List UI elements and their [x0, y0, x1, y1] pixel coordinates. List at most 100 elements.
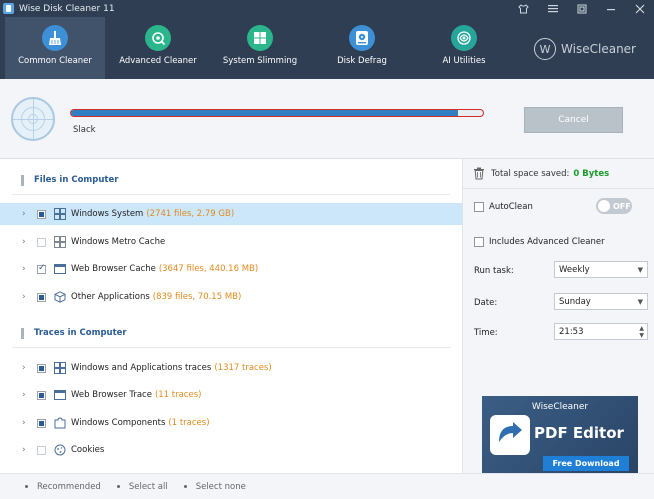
tab-ai-utilities[interactable]: AI Utilities [414, 17, 514, 79]
checkbox[interactable] [37, 263, 46, 274]
cancel-button[interactable]: Cancel [524, 107, 623, 133]
tab-system-slimming[interactable]: System Slimming [210, 17, 310, 79]
chevron-right-icon[interactable]: › [22, 264, 32, 274]
select-none-label: Select none [195, 481, 246, 492]
recommended-label: Recommended [37, 481, 101, 492]
date-value: Sunday [559, 296, 591, 307]
checkbox[interactable] [37, 390, 46, 400]
selection-footer: Recommended Select all Select none [0, 473, 654, 499]
trash-icon [473, 167, 485, 180]
date-select[interactable]: Sunday ▼ [554, 293, 648, 310]
chevron-right-icon[interactable]: › [22, 390, 32, 400]
shirt-icon[interactable] [509, 0, 538, 17]
cleaner-item-list: Files in Computer › Windows System (2741… [0, 159, 462, 473]
tab-disk-defrag[interactable]: Disk Defrag [312, 17, 412, 79]
chevron-right-icon[interactable]: › [22, 363, 32, 373]
ai-icon [451, 25, 477, 51]
item-label: Windows and Applications traces [71, 363, 212, 373]
chevron-right-icon[interactable]: › [22, 209, 32, 219]
item-detail: (1317 traces) [214, 363, 272, 373]
checkbox[interactable] [37, 209, 46, 219]
checkbox[interactable] [37, 445, 46, 455]
chevron-right-icon[interactable]: › [22, 418, 32, 428]
tab-label: Disk Defrag [337, 56, 387, 66]
list-item-web-browser-trace[interactable]: › Web Browser Trace (11 traces) [0, 384, 462, 406]
item-label: Windows Metro Cache [71, 237, 166, 247]
window-title: Wise Disk Cleaner 11 [19, 3, 115, 14]
close-icon[interactable] [625, 0, 654, 17]
list-item-other-applications[interactable]: › Other Applications (839 files, 70.15 M… [0, 286, 462, 308]
checkbox[interactable] [37, 418, 46, 428]
scan-progress-fill [71, 110, 459, 116]
cookie-icon [53, 444, 66, 457]
chevron-right-icon[interactable]: › [22, 292, 32, 302]
item-detail: (1 traces) [168, 418, 210, 428]
chevron-down-icon: ▼ [637, 298, 643, 306]
tab-label: System Slimming [222, 56, 298, 66]
metro-tiles-icon [53, 236, 66, 249]
list-item-cookies[interactable]: › Cookies [0, 439, 462, 461]
section-title: Files in Computer [34, 175, 119, 185]
select-none-link[interactable]: Select none [183, 481, 246, 492]
include-advanced-label: Includes Advanced Cleaner [489, 237, 605, 247]
include-advanced-row: Includes Advanced Cleaner [474, 237, 605, 247]
autoclean-checkbox[interactable] [474, 202, 484, 212]
checkbox[interactable] [37, 292, 46, 302]
free-download-button[interactable]: Free Download [543, 456, 629, 471]
item-detail: (839 files, 70.15 MB) [152, 292, 242, 302]
window-controls [509, 0, 654, 17]
scan-progress-area: Slack Cancel [0, 79, 654, 159]
scan-progress-bar [70, 109, 484, 117]
list-item-web-browser-cache[interactable]: › Web Browser Cache (3647 files, 440.16 … [0, 258, 462, 280]
checkbox[interactable] [37, 363, 46, 373]
item-detail: (11 traces) [154, 390, 202, 400]
time-stepper[interactable]: 21:53 ▲ ▼ [554, 323, 648, 340]
select-all-link[interactable]: Select all [116, 481, 168, 492]
spin-arrows-icon[interactable]: ▲ ▼ [639, 325, 644, 339]
list-item-windows-metro-cache[interactable]: › Windows Metro Cache [0, 231, 462, 253]
browser-window-icon [53, 389, 66, 402]
pdf-editor-ad[interactable]: WiseCleaner PDF Editor Free Download [482, 396, 638, 473]
windows-icon [247, 25, 273, 51]
run-task-value: Weekly [559, 264, 590, 275]
item-label: Cookies [71, 445, 105, 455]
tab-label: Common Cleaner [18, 56, 92, 66]
tab-advanced-cleaner[interactable]: Advanced Cleaner [108, 17, 208, 79]
item-label: Windows Components [71, 418, 166, 428]
list-item-windows-app-traces[interactable]: › Windows and Applications traces (1317 … [0, 357, 462, 379]
ad-product: PDF Editor [534, 424, 624, 442]
restore-icon[interactable] [567, 0, 596, 17]
checkbox[interactable] [37, 237, 46, 247]
package-icon [53, 291, 66, 304]
windows-icon [53, 208, 66, 221]
menu-icon[interactable] [538, 0, 567, 17]
select-all-label: Select all [128, 481, 168, 492]
tab-label: Advanced Cleaner [119, 56, 197, 66]
autoclean-row: AutoClean OFF [474, 198, 646, 214]
space-saved-value: 0 Bytes [573, 168, 610, 179]
section-traces-in-computer: Traces in Computer [0, 320, 462, 348]
main-toolbar: Common Cleaner Advanced Cleaner System S… [0, 17, 654, 79]
settings-panel: Total space saved: 0 Bytes AutoClean OFF… [462, 159, 654, 473]
run-task-select[interactable]: Weekly ▼ [554, 261, 648, 278]
chevron-right-icon[interactable]: › [22, 237, 32, 247]
disk-icon [349, 25, 375, 51]
gear-scan-icon [145, 25, 171, 51]
autoclean-toggle[interactable]: OFF [596, 198, 632, 214]
item-label: Web Browser Trace [71, 390, 152, 400]
list-item-windows-system[interactable]: › Windows System (2741 files, 2.79 GB) [0, 203, 462, 225]
autoclean-label: AutoClean [489, 202, 533, 212]
list-item-windows-components[interactable]: › Windows Components (1 traces) [0, 412, 462, 434]
brand-name: WiseCleaner [561, 42, 636, 56]
app-icon [3, 3, 14, 14]
minimize-icon[interactable] [596, 0, 625, 17]
space-saved-label: Total space saved: [491, 168, 570, 179]
ad-brand: WiseCleaner [531, 402, 589, 412]
item-label: Web Browser Cache [71, 264, 156, 274]
recommended-link[interactable]: Recommended [25, 482, 101, 492]
item-label: Windows System [71, 209, 144, 219]
tab-common-cleaner[interactable]: Common Cleaner [5, 17, 105, 79]
include-advanced-checkbox[interactable] [474, 237, 484, 247]
title-bar: Wise Disk Cleaner 11 [0, 0, 654, 17]
chevron-right-icon[interactable]: › [22, 445, 32, 455]
